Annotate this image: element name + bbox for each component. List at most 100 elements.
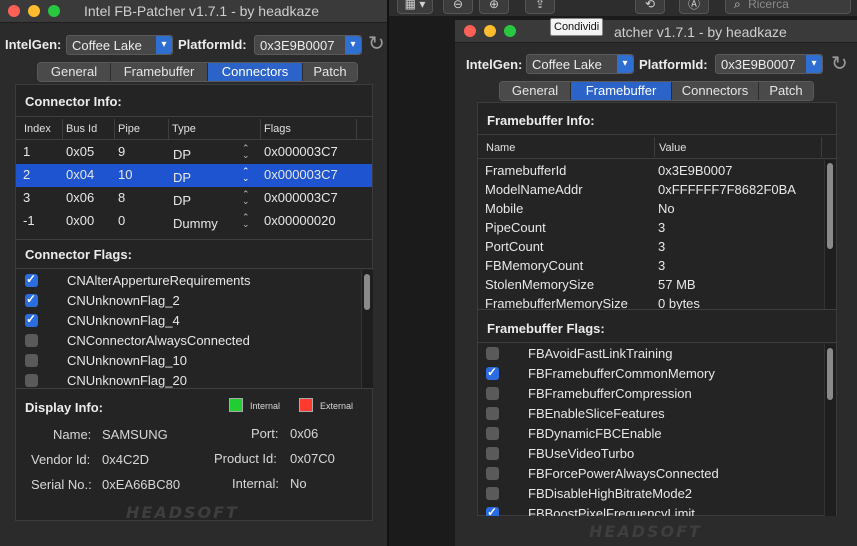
refresh-icon[interactable]: ↻ [831, 51, 848, 76]
flag-checkbox[interactable] [25, 312, 38, 327]
rotate-icon[interactable]: ⟲ [635, 0, 665, 14]
platformid-label: PlatformId: [178, 37, 247, 52]
flag-checkbox[interactable] [25, 354, 38, 367]
flags-scrollbar[interactable] [824, 344, 836, 516]
flag-checkbox[interactable] [486, 407, 499, 420]
scrollbar-thumb[interactable] [827, 348, 833, 400]
flag-checkbox[interactable] [486, 447, 499, 460]
flag-checkbox[interactable] [25, 334, 38, 347]
left-window: Intel FB-Patcher v1.7.1 - by headkaze In… [0, 0, 387, 546]
refresh-icon[interactable]: ↻ [368, 31, 385, 56]
close-button[interactable] [8, 5, 20, 17]
zoom-out-icon[interactable]: ⊖ [443, 0, 473, 14]
chevron-down-icon: ▾ [806, 55, 822, 73]
header-divider [16, 139, 372, 140]
flag-checkbox[interactable] [486, 467, 499, 480]
flag-checkbox[interactable] [25, 292, 38, 307]
internal-value: No [290, 476, 307, 491]
cell-pipe: 10 [118, 167, 133, 182]
zoom-button[interactable] [504, 25, 516, 37]
external-legend-label: External [320, 401, 354, 411]
cell-flags: 0x000003C7 [264, 190, 338, 205]
intelgen-select[interactable]: Coffee Lake ▾ [66, 35, 173, 55]
close-button[interactable] [464, 25, 476, 37]
column-header-name: Name [486, 142, 516, 154]
flag-checkbox[interactable] [486, 347, 499, 360]
divider [16, 116, 372, 117]
flag-checkbox[interactable] [486, 365, 499, 380]
table-row[interactable]: 3 0x06 8 DP ⌃ ⌄ 0x000003C7 [16, 187, 372, 210]
stepper-icon[interactable]: ⌃ ⌄ [242, 190, 250, 206]
intelgen-select[interactable]: Coffee Lake ▾ [526, 54, 634, 74]
search-field[interactable]: ⌕ Ricerca [725, 0, 851, 14]
flag-label: FBUseVideoTurbo [528, 446, 635, 461]
external-legend-swatch [299, 398, 313, 412]
divider [478, 309, 836, 310]
markup-icon[interactable]: Ⓐ [679, 0, 709, 14]
framebuffer-flags-title: Framebuffer Flags: [487, 321, 605, 336]
stepper-icon[interactable]: ⌃ ⌄ [242, 167, 250, 183]
headsoft-logo: HEADSOFT [126, 503, 239, 522]
internal-legend-swatch [229, 398, 243, 412]
flag-checkbox[interactable] [486, 505, 499, 516]
info-value: 3 [658, 258, 666, 273]
table-row[interactable]: 1 0x05 9 DP ⌃ ⌄ 0x000003C7 [16, 141, 372, 164]
flag-label: CNAlterAppertureRequirements [67, 273, 251, 288]
tab-connectors[interactable]: Connectors [672, 82, 759, 100]
chevron-down-icon: ▾ [345, 36, 361, 54]
flag-checkbox[interactable] [486, 387, 499, 400]
table-row[interactable]: 2 0x04 10 DP ⌃ ⌄ 0x000003C7 [16, 164, 372, 187]
vendor-id-label: Vendor Id: [31, 452, 91, 467]
cell-type: DP [173, 170, 192, 185]
flag-label: CNConnectorAlwaysConnected [67, 333, 250, 348]
column-divider [356, 119, 357, 139]
info-scrollbar[interactable] [824, 160, 836, 309]
scrollbar-thumb[interactable] [364, 274, 370, 310]
stepper-icon[interactable]: ⌃ ⌄ [242, 213, 250, 229]
tab-general[interactable]: General [38, 63, 111, 81]
cell-index: 3 [23, 190, 31, 205]
column-header-pipe: Pipe [118, 123, 141, 135]
flag-label: FBDisableHighBitrateMode2 [528, 486, 693, 501]
framebuffer-info-title: Framebuffer Info: [487, 113, 595, 128]
chevron-down-icon: ▾ [156, 36, 172, 54]
flag-label: CNUnknownFlag_2 [67, 293, 180, 308]
flag-checkbox[interactable] [486, 427, 499, 440]
name-label: Name: [53, 427, 92, 442]
table-row[interactable]: -1 0x00 0 Dummy ⌃ ⌄ 0x00000020 [16, 210, 372, 233]
flags-scrollbar[interactable] [361, 270, 373, 388]
platformid-select[interactable]: 0x3E9B0007 ▾ [254, 35, 362, 55]
tab-patch[interactable]: Patch [303, 63, 357, 81]
tab-framebuffer[interactable]: Framebuffer [571, 82, 672, 100]
connector-flags-list: CNAlterAppertureRequirements CNUnknownFl… [16, 270, 362, 388]
share-icon[interactable]: ⇪ [525, 0, 555, 14]
left-titlebar: Intel FB-Patcher v1.7.1 - by headkaze [0, 0, 387, 23]
tab-connectors[interactable]: Connectors [208, 63, 303, 81]
info-value: 3 [658, 239, 666, 254]
flag-checkbox[interactable] [25, 374, 38, 387]
column-divider [654, 137, 655, 157]
tab-framebuffer[interactable]: Framebuffer [111, 63, 208, 81]
flag-checkbox[interactable] [486, 487, 499, 500]
cell-pipe: 0 [118, 213, 126, 228]
minimize-button[interactable] [28, 5, 40, 17]
platformid-select[interactable]: 0x3E9B0007 ▾ [715, 54, 823, 74]
view-options-button[interactable]: ▦ ▾ [397, 0, 433, 14]
tab-bar: General Framebuffer Connectors Patch [37, 62, 358, 82]
minimize-button[interactable] [484, 25, 496, 37]
flag-label: FBBoostPixelFrequencyLimit [528, 506, 695, 516]
info-name: FramebufferId [485, 163, 567, 178]
info-name: StolenMemorySize [485, 277, 595, 292]
tab-patch[interactable]: Patch [759, 82, 813, 100]
stepper-icon[interactable]: ⌃ ⌄ [242, 144, 250, 160]
tab-general[interactable]: General [500, 82, 571, 100]
intelgen-label: IntelGen: [5, 37, 62, 52]
zoom-in-icon[interactable]: ⊕ [479, 0, 509, 14]
search-placeholder: Ricerca [748, 0, 789, 11]
column-divider [260, 119, 261, 139]
zoom-button[interactable] [48, 5, 60, 17]
scrollbar-thumb[interactable] [827, 163, 833, 249]
connector-info-title: Connector Info: [25, 94, 122, 109]
flag-checkbox[interactable] [25, 272, 38, 287]
right-window: atcher v1.7.1 - by headkaze IntelGen: Co… [455, 20, 857, 546]
